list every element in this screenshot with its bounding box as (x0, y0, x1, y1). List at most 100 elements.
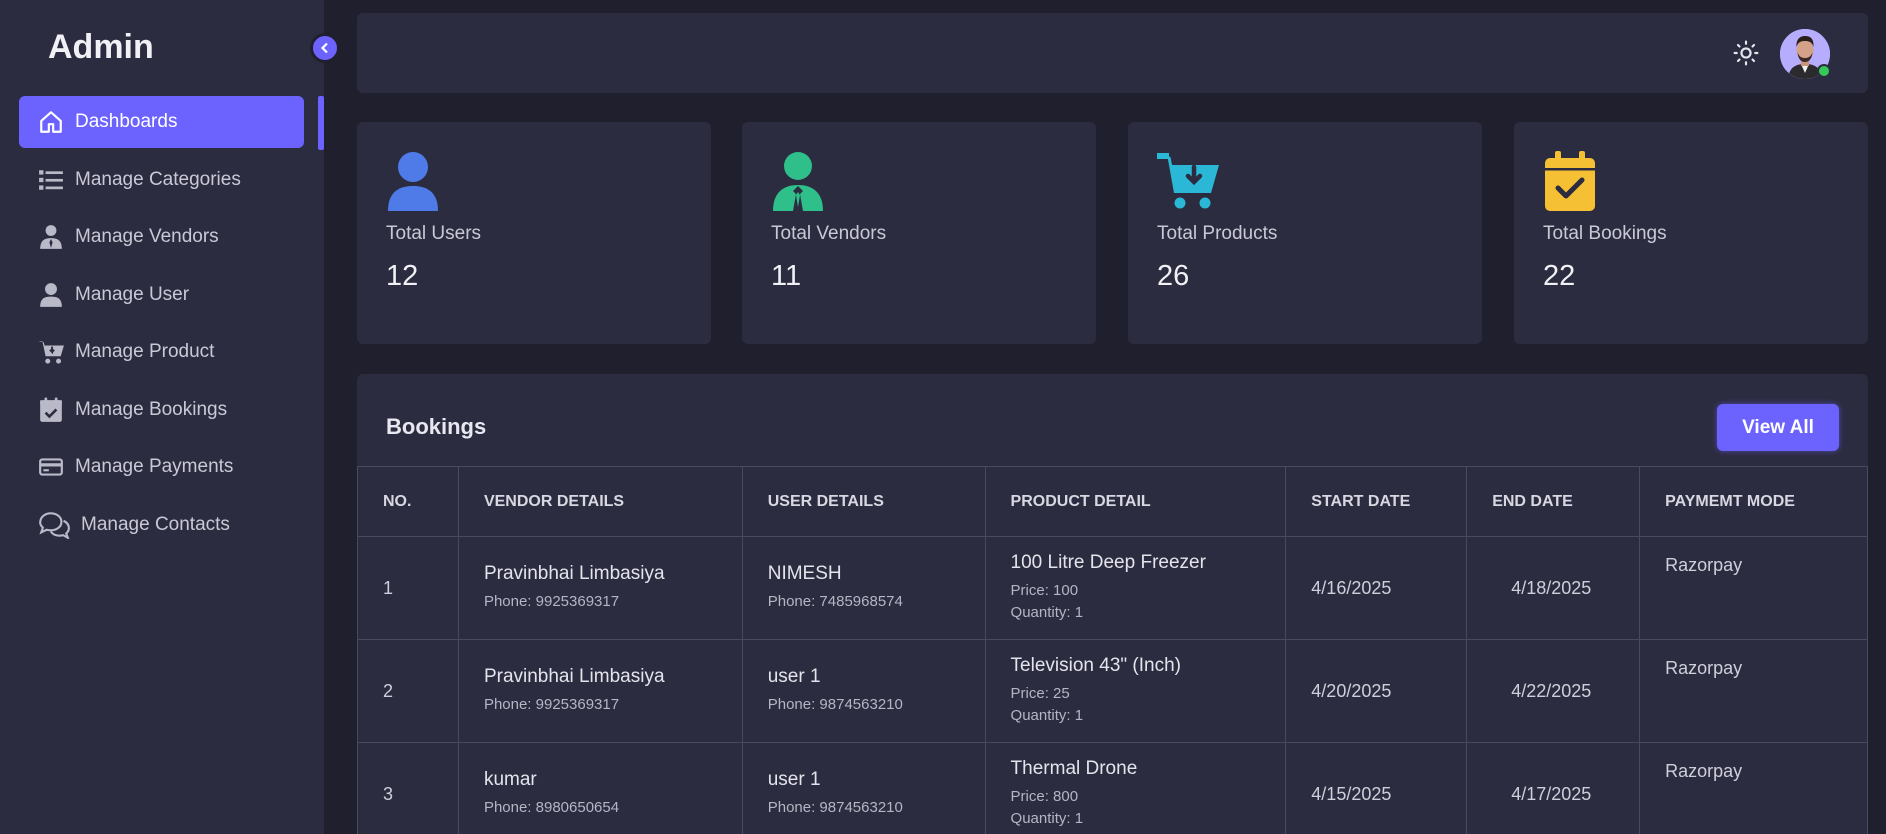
stat-value: 11 (771, 260, 802, 292)
table-row[interactable]: 2 Pravinbhai Limbasiya Phone: 9925369317… (357, 639, 1868, 743)
stat-card-total-bookings: Total Bookings 22 (1514, 122, 1868, 344)
product-price: Price: 100 (1010, 582, 1079, 599)
row-number: 3 (357, 742, 459, 834)
product-price: Price: 800 (1010, 788, 1079, 805)
start-date: 4/15/2025 (1285, 742, 1468, 834)
view-all-button[interactable]: View All (1717, 404, 1839, 451)
stat-card-total-users: Total Users 12 (357, 122, 711, 344)
vendor-details: Pravinbhai Limbasiya Phone: 9925369317 (457, 536, 743, 640)
column-header-no[interactable]: NO. (357, 466, 459, 537)
cart-icon (37, 338, 65, 366)
product-detail: Television 43" (Inch) Price: 25 Quantity… (984, 639, 1287, 743)
user-phone: Phone: 9874563210 (767, 799, 903, 816)
sidebar-item-manage-categories[interactable]: Manage Categories (19, 154, 304, 206)
vendor-details: Pravinbhai Limbasiya Phone: 9925369317 (457, 639, 743, 743)
column-header-user[interactable]: USER DETAILS (741, 466, 986, 537)
product-quantity: Quantity: 1 (1010, 810, 1084, 827)
vendor-icon (37, 223, 65, 251)
start-date: 4/16/2025 (1285, 536, 1468, 640)
product-name: Thermal Drone (1010, 758, 1138, 779)
vendor-phone: Phone: 9925369317 (483, 593, 620, 610)
product-name: Television 43" (Inch) (1010, 655, 1181, 676)
sidebar-item-manage-payments[interactable]: Manage Payments (19, 441, 304, 493)
product-detail: Thermal Drone Price: 800 Quantity: 1 (984, 742, 1287, 834)
sidebar-item-label: Dashboards (75, 111, 178, 132)
top-header (357, 13, 1868, 93)
sidebar-collapse-button[interactable] (310, 33, 340, 63)
user-name: user 1 (767, 769, 821, 790)
bookings-panel: Bookings View All NO. VENDOR DETAILS USE… (357, 374, 1868, 834)
product-detail: 100 Litre Deep Freezer Price: 100 Quanti… (984, 536, 1287, 640)
chat-icon (37, 511, 71, 539)
sidebar-item-manage-bookings[interactable]: Manage Bookings (19, 384, 304, 436)
vendor-name: kumar (483, 769, 537, 790)
vendor-icon (771, 151, 825, 211)
end-date: 4/22/2025 (1466, 639, 1641, 743)
start-date: 4/20/2025 (1285, 639, 1468, 743)
vendor-name: Pravinbhai Limbasiya (483, 666, 665, 687)
active-indicator (318, 96, 324, 150)
vendor-name: Pravinbhai Limbasiya (483, 563, 665, 584)
product-quantity: Quantity: 1 (1010, 707, 1084, 724)
stat-card-total-products: Total Products 26 (1128, 122, 1482, 344)
sidebar-item-manage-vendors[interactable]: Manage Vendors (19, 211, 304, 263)
sidebar-item-manage-contacts[interactable]: Manage Contacts (19, 499, 304, 551)
vendor-phone: Phone: 8980650654 (483, 799, 620, 816)
chevron-left-icon (320, 42, 328, 54)
sidebar-nav: Dashboards Manage Categories Manage Vend… (19, 96, 304, 556)
sidebar-item-label: Manage Bookings (75, 398, 228, 420)
column-header-vendor[interactable]: VENDOR DETAILS (457, 466, 743, 537)
sidebar-item-label: Manage Product (75, 341, 215, 362)
user-phone: Phone: 7485968574 (767, 593, 903, 610)
list-icon (37, 166, 65, 194)
credit-card-icon (37, 453, 65, 481)
user-name: NIMESH (767, 563, 842, 584)
row-number: 1 (357, 536, 459, 640)
sidebar: Admin Dashboards Manage Categories Manag… (0, 0, 324, 834)
sidebar-item-manage-user[interactable]: Manage User (19, 269, 304, 321)
calendar-check-icon (1543, 151, 1597, 211)
user-name: user 1 (767, 666, 821, 687)
user-icon (386, 151, 440, 211)
bookings-table: NO. VENDOR DETAILS USER DETAILS PRODUCT … (357, 466, 1868, 834)
payment-mode: Razorpay (1639, 742, 1868, 834)
sidebar-item-dashboards[interactable]: Dashboards (19, 96, 304, 148)
vendor-details: kumar Phone: 8980650654 (457, 742, 743, 834)
sidebar-item-label: Manage Categories (75, 168, 241, 190)
sidebar-item-label: Manage User (75, 283, 190, 305)
table-row[interactable]: 1 Pravinbhai Limbasiya Phone: 9925369317… (357, 536, 1868, 640)
user-details: user 1 Phone: 9874563210 (741, 742, 986, 834)
column-header-start-date[interactable]: START DATE (1285, 466, 1468, 537)
stat-value: 26 (1157, 260, 1190, 292)
sun-icon (1733, 40, 1759, 66)
product-price: Price: 25 (1010, 685, 1070, 702)
user-details: user 1 Phone: 9874563210 (741, 639, 986, 743)
calendar-check-icon (37, 396, 65, 424)
end-date: 4/17/2025 (1466, 742, 1641, 834)
table-row[interactable]: 3 kumar Phone: 8980650654 user 1 Phone: … (357, 742, 1868, 834)
user-icon (37, 281, 65, 309)
product-quantity: Quantity: 1 (1010, 604, 1084, 621)
theme-toggle-button[interactable] (1733, 40, 1759, 66)
column-header-payment-mode[interactable]: PAYMEMT MODE (1639, 466, 1868, 537)
stat-value: 12 (386, 260, 419, 292)
product-name: 100 Litre Deep Freezer (1010, 552, 1206, 573)
vendor-phone: Phone: 9925369317 (483, 696, 620, 713)
table-header-row: NO. VENDOR DETAILS USER DETAILS PRODUCT … (357, 466, 1868, 537)
end-date: 4/18/2025 (1466, 536, 1641, 640)
cart-download-icon (1157, 151, 1221, 211)
bookings-title: Bookings (386, 414, 487, 439)
stat-card-total-vendors: Total Vendors 11 (742, 122, 1096, 344)
payment-mode: Razorpay (1639, 536, 1868, 640)
sidebar-item-label: Manage Payments (75, 456, 234, 477)
sidebar-item-label: Manage Contacts (81, 513, 230, 535)
sidebar-item-label: Manage Vendors (75, 226, 219, 247)
sidebar-item-manage-product[interactable]: Manage Product (19, 326, 304, 378)
payment-mode: Razorpay (1639, 639, 1868, 743)
column-header-product[interactable]: PRODUCT DETAIL (984, 466, 1287, 537)
column-header-end-date[interactable]: END DATE (1466, 466, 1641, 537)
online-status-indicator (1817, 64, 1831, 78)
stat-label: Total Vendors (771, 223, 887, 244)
row-number: 2 (357, 639, 459, 743)
stat-label: Total Bookings (1543, 223, 1667, 244)
